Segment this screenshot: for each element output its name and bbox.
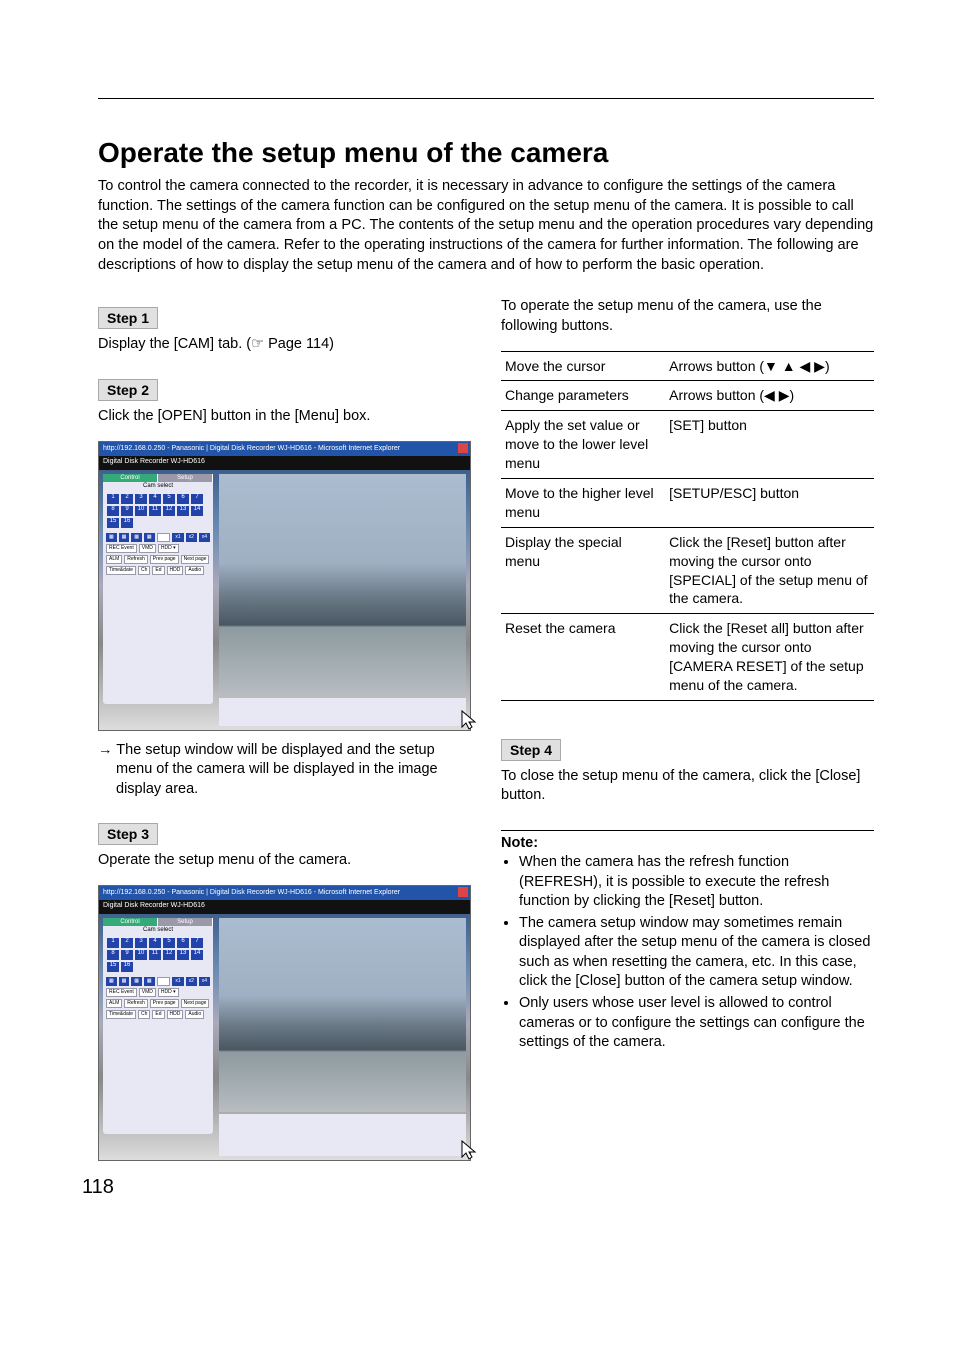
- close-icon[interactable]: [458, 887, 468, 897]
- note-heading: Note:: [501, 835, 874, 851]
- control-panel: Control Setup Cam select 12345678 910111…: [103, 918, 213, 1134]
- intro-text: To control the camera connected to the r…: [98, 177, 874, 275]
- step-label-3: Step 3: [98, 823, 158, 845]
- close-icon[interactable]: [458, 443, 468, 453]
- op-button: Arrows button (▼ ▲ ◀ ▶): [665, 351, 874, 381]
- table-row: Reset the cameraClick the [Reset all] bu…: [501, 614, 874, 701]
- op-button: Click the [Reset] button after moving th…: [665, 527, 874, 614]
- list-item: The camera setup window may sometimes re…: [519, 914, 874, 992]
- tab-control[interactable]: Control: [103, 918, 158, 926]
- op-button: [SETUP/ESC] button: [665, 479, 874, 528]
- app-header: Digital Disk Recorder WJ-HD616: [99, 900, 470, 914]
- screenshot-step2: http://192.168.0.250 - Panasonic | Digit…: [98, 441, 471, 731]
- table-row: Apply the set value or move to the lower…: [501, 411, 874, 479]
- op-action: Display the special menu: [501, 527, 665, 614]
- screenshot-step3: http://192.168.0.250 - Panasonic | Digit…: [98, 885, 471, 1161]
- table-row: Move to the higher level menu[SETUP/ESC]…: [501, 479, 874, 528]
- op-action: Move to the higher level menu: [501, 479, 665, 528]
- app-header: Digital Disk Recorder WJ-HD616: [99, 456, 470, 470]
- op-action: Change parameters: [501, 381, 665, 411]
- list-item: When the camera has the refresh function…: [519, 853, 874, 912]
- cam-grid[interactable]: 12345678 910111213141516: [103, 934, 213, 976]
- cam-grid[interactable]: 12345678 910111213141516: [103, 490, 213, 532]
- cam-bottom-bar: [219, 1114, 466, 1156]
- video-area: [219, 474, 466, 696]
- cam-select-label: Cam select: [103, 482, 213, 490]
- op-action: Move the cursor: [501, 351, 665, 381]
- browser-title-text: http://192.168.0.250 - Panasonic | Digit…: [103, 445, 400, 452]
- step4-body: To close the setup menu of the camera, c…: [501, 767, 874, 806]
- cam-bottom-bar: [219, 698, 466, 726]
- table-row: Change parametersArrows button (◀ ▶): [501, 381, 874, 411]
- list-item: Only users whose user level is allowed t…: [519, 994, 874, 1053]
- step2-result: → The setup window will be displayed and…: [98, 741, 471, 800]
- video-area: [219, 918, 466, 1112]
- table-row: Display the special menuClick the [Reset…: [501, 527, 874, 614]
- step3-body: Operate the setup menu of the camera.: [98, 851, 471, 871]
- op-button: [SET] button: [665, 411, 874, 479]
- op-button: Arrows button (◀ ▶): [665, 381, 874, 411]
- tab-setup[interactable]: Setup: [158, 474, 213, 482]
- step1-body: Display the [CAM] tab. (☞ Page 114): [98, 335, 471, 355]
- page-title: Operate the setup menu of the camera: [98, 137, 874, 169]
- operations-table: Move the cursorArrows button (▼ ▲ ◀ ▶)Ch…: [501, 351, 874, 701]
- op-action: Reset the camera: [501, 614, 665, 701]
- tab-control[interactable]: Control: [103, 474, 158, 482]
- step2-body: Click the [OPEN] button in the [Menu] bo…: [98, 407, 471, 427]
- right-lead: To operate the setup menu of the camera,…: [501, 297, 874, 336]
- op-button: Click the [Reset all] button after movin…: [665, 614, 874, 701]
- step-label-2: Step 2: [98, 379, 158, 401]
- browser-title-bar: http://192.168.0.250 - Panasonic | Digit…: [99, 442, 470, 456]
- browser-title-bar: http://192.168.0.250 - Panasonic | Digit…: [99, 886, 470, 900]
- cam-select-label: Cam select: [103, 926, 213, 934]
- cursor-icon: [458, 1139, 482, 1170]
- step-label-1: Step 1: [98, 307, 158, 329]
- step-label-4: Step 4: [501, 739, 561, 761]
- browser-title-text: http://192.168.0.250 - Panasonic | Digit…: [103, 889, 400, 896]
- cursor-icon: [458, 709, 482, 740]
- table-row: Move the cursorArrows button (▼ ▲ ◀ ▶): [501, 351, 874, 381]
- op-action: Apply the set value or move to the lower…: [501, 411, 665, 479]
- control-panel: Control Setup Cam select 12345678 910111…: [103, 474, 213, 704]
- notes-list: When the camera has the refresh function…: [501, 853, 874, 1053]
- tab-setup[interactable]: Setup: [158, 918, 213, 926]
- page-number: 118: [82, 1176, 114, 1199]
